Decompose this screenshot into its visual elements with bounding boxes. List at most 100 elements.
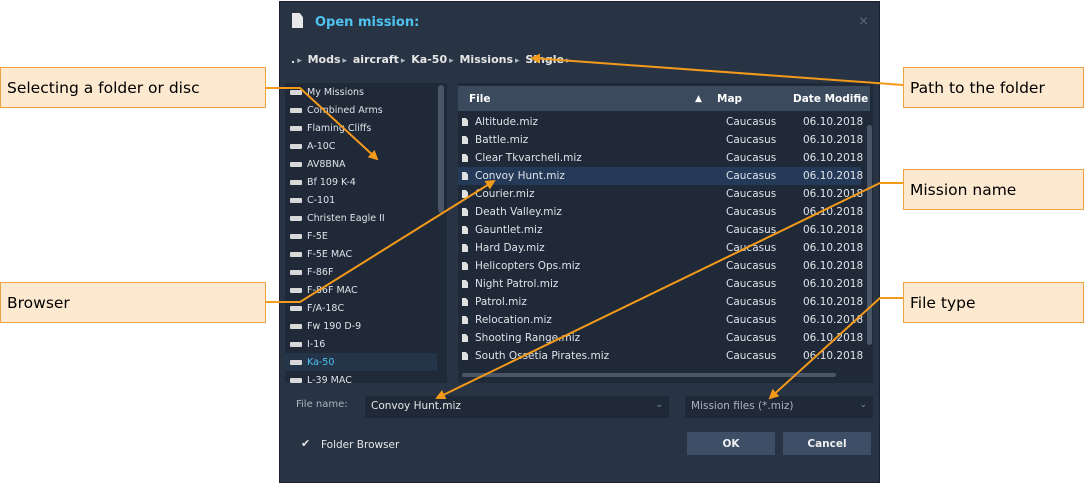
file-row[interactable]: Patrol.miz Caucasus 06.10.2018 <box>458 293 863 311</box>
chevron-down-icon[interactable]: ⌄ <box>655 400 663 410</box>
breadcrumb-root[interactable]: . <box>291 53 295 66</box>
file-row[interactable]: Death Valley.miz Caucasus 06.10.2018 <box>458 203 864 221</box>
file-map: Caucasus <box>726 206 777 218</box>
browser-item-av8bna[interactable]: AV8BNA <box>285 155 437 173</box>
file-date: 06.10.2018 <box>803 206 864 218</box>
breadcrumb-single[interactable]: Single <box>525 53 564 66</box>
folder-browser-checkbox[interactable]: ✔ <box>301 437 310 450</box>
browser-item-christen-eagle[interactable]: Christen Eagle II <box>285 209 437 227</box>
breadcrumb-separator-icon: ▸ <box>566 56 571 66</box>
file-map: Caucasus <box>726 296 777 308</box>
file-icon <box>462 316 468 324</box>
chevron-down-icon[interactable]: ⌄ <box>859 400 867 410</box>
file-row[interactable]: Altitude.miz Caucasus 06.10.2018 <box>458 113 863 131</box>
file-name: Hard Day.miz <box>475 242 545 254</box>
file-name: South Ossetia Pirates.miz <box>475 350 610 362</box>
file-row[interactable]: Gauntlet.miz Caucasus 06.10.2018 <box>458 221 863 239</box>
file-icon <box>462 262 468 270</box>
file-list-header: File ▲ Map Date Modifie <box>458 86 870 111</box>
file-map: Caucasus <box>726 170 777 182</box>
folder-browser-label: Folder Browser <box>321 439 400 451</box>
callout-browser: Browser <box>0 282 266 323</box>
browser-item-f86f[interactable]: F-86F <box>285 263 437 281</box>
file-row[interactable]: Relocation.miz Caucasus 06.10.2018 <box>458 311 863 329</box>
browser-item-l39-mac[interactable]: L-39 MAC <box>285 371 437 383</box>
file-list-vertical-scrollbar[interactable] <box>867 125 872 345</box>
browser-item-a10c[interactable]: A-10C <box>285 137 437 155</box>
file-row[interactable]: South Ossetia Pirates.miz Caucasus 06.10.2… <box>458 347 863 365</box>
browser-item-label: Fw 190 D-9 <box>307 320 362 332</box>
browser-item-label: F-86F MAC <box>307 284 358 296</box>
file-date: 06.10.2018 <box>803 242 864 254</box>
file-row-selected[interactable]: Convoy Hunt.miz Caucasus 06.10.2018 <box>458 167 864 185</box>
file-icon <box>462 280 468 288</box>
close-icon[interactable]: × <box>858 14 869 29</box>
browser-item-label: Christen Eagle II <box>307 212 385 224</box>
file-name: Patrol.miz <box>475 296 527 308</box>
file-map: Caucasus <box>726 116 777 128</box>
browser-item-bf109[interactable]: Bf 109 K-4 <box>285 173 437 191</box>
file-row[interactable]: Helicopters Ops.miz Caucasus 06.10.2018 <box>458 257 863 275</box>
file-icon <box>462 226 468 234</box>
drive-icon <box>290 143 302 149</box>
browser-item-f5e[interactable]: F-5E <box>285 227 437 245</box>
column-file[interactable]: File <box>469 93 491 105</box>
cancel-button[interactable]: Cancel <box>783 432 871 455</box>
browser-item-label: F-5E <box>307 230 328 242</box>
browser-item-ka50[interactable]: Ka-50 <box>285 353 437 371</box>
dialog-titlebar: Open mission: × <box>280 2 879 42</box>
file-row[interactable]: Courier.miz Caucasus 06.10.2018 <box>458 185 863 203</box>
file-name: Relocation.miz <box>475 314 552 326</box>
file-icon <box>462 118 468 126</box>
breadcrumb-separator-icon: ▸ <box>342 56 348 66</box>
browser-item-label: F-86F <box>307 266 334 278</box>
breadcrumb-separator-icon: ▸ <box>297 56 302 66</box>
file-name: Helicopters Ops.miz <box>475 260 581 272</box>
browser-item-fa18c[interactable]: F/A-18C <box>285 299 437 317</box>
file-row[interactable]: Clear Tkvarcheli.miz Caucasus 06.10.2018 <box>458 149 863 167</box>
file-icon <box>462 298 468 306</box>
browser-item-f86f-mac[interactable]: F-86F MAC <box>285 281 437 299</box>
column-map[interactable]: Map <box>717 93 742 105</box>
file-map: Caucasus <box>726 260 777 272</box>
browser-item-c101[interactable]: C-101 <box>285 191 437 209</box>
sort-ascending-icon[interactable]: ▲ <box>695 94 702 104</box>
file-name: Courier.miz <box>475 188 535 200</box>
file-date: 06.10.2018 <box>803 170 864 182</box>
browser-item-fw190[interactable]: Fw 190 D-9 <box>285 317 437 335</box>
browser-item-combined-arms[interactable]: Combined Arms <box>285 101 437 119</box>
browser-item-my-missions[interactable]: My Missions <box>285 83 437 101</box>
file-row[interactable]: Battle.miz Caucasus 06.10.2018 <box>458 131 863 149</box>
callout-file-type: File type <box>903 282 1084 323</box>
file-icon <box>462 172 468 180</box>
file-map: Caucasus <box>726 134 777 146</box>
file-list-horizontal-scrollbar[interactable] <box>462 373 836 377</box>
file-map: Caucasus <box>726 314 777 326</box>
file-row[interactable]: Hard Day.miz Caucasus 06.10.2018 <box>458 239 864 257</box>
breadcrumb-missions[interactable]: Missions <box>459 53 513 66</box>
drive-icon <box>290 107 302 113</box>
file-row[interactable]: Shooting Range.miz Caucasus 06.10.2018 <box>458 329 863 347</box>
browser-item-label: F/A-18C <box>307 302 345 314</box>
file-list-panel: File ▲ Map Date Modifie Altitude.miz Cauc… <box>458 83 873 383</box>
browser-item-label: Combined Arms <box>307 104 383 116</box>
breadcrumb-aircraft[interactable]: aircraft <box>353 53 399 66</box>
browser-scrollbar[interactable] <box>438 85 444 213</box>
breadcrumb-ka50[interactable]: Ka-50 <box>411 53 447 66</box>
drive-icon <box>290 341 302 347</box>
file-name: Night Patrol.miz <box>475 278 559 290</box>
drive-icon <box>290 179 302 185</box>
file-type-select[interactable]: Mission files (*.miz) ⌄ <box>685 396 873 418</box>
breadcrumb-mods[interactable]: Mods <box>308 53 341 66</box>
browser-item-flaming-cliffs[interactable]: Flaming Cliffs <box>285 119 437 137</box>
column-date-modified[interactable]: Date Modifie <box>793 93 868 105</box>
drive-icon <box>290 125 302 131</box>
file-name-input[interactable]: Convoy Hunt.miz ⌄ <box>365 396 669 418</box>
browser-item-f5e-mac[interactable]: F-5E MAC <box>285 245 437 263</box>
file-row[interactable]: Night Patrol.miz Caucasus 06.10.2018 <box>458 275 863 293</box>
browser-item-label: My Missions <box>307 86 364 98</box>
breadcrumb-separator-icon: ▸ <box>449 56 454 66</box>
browser-item-i16[interactable]: I-16 <box>285 335 437 353</box>
file-name-label: File name: <box>296 399 348 410</box>
ok-button[interactable]: OK <box>687 432 775 455</box>
